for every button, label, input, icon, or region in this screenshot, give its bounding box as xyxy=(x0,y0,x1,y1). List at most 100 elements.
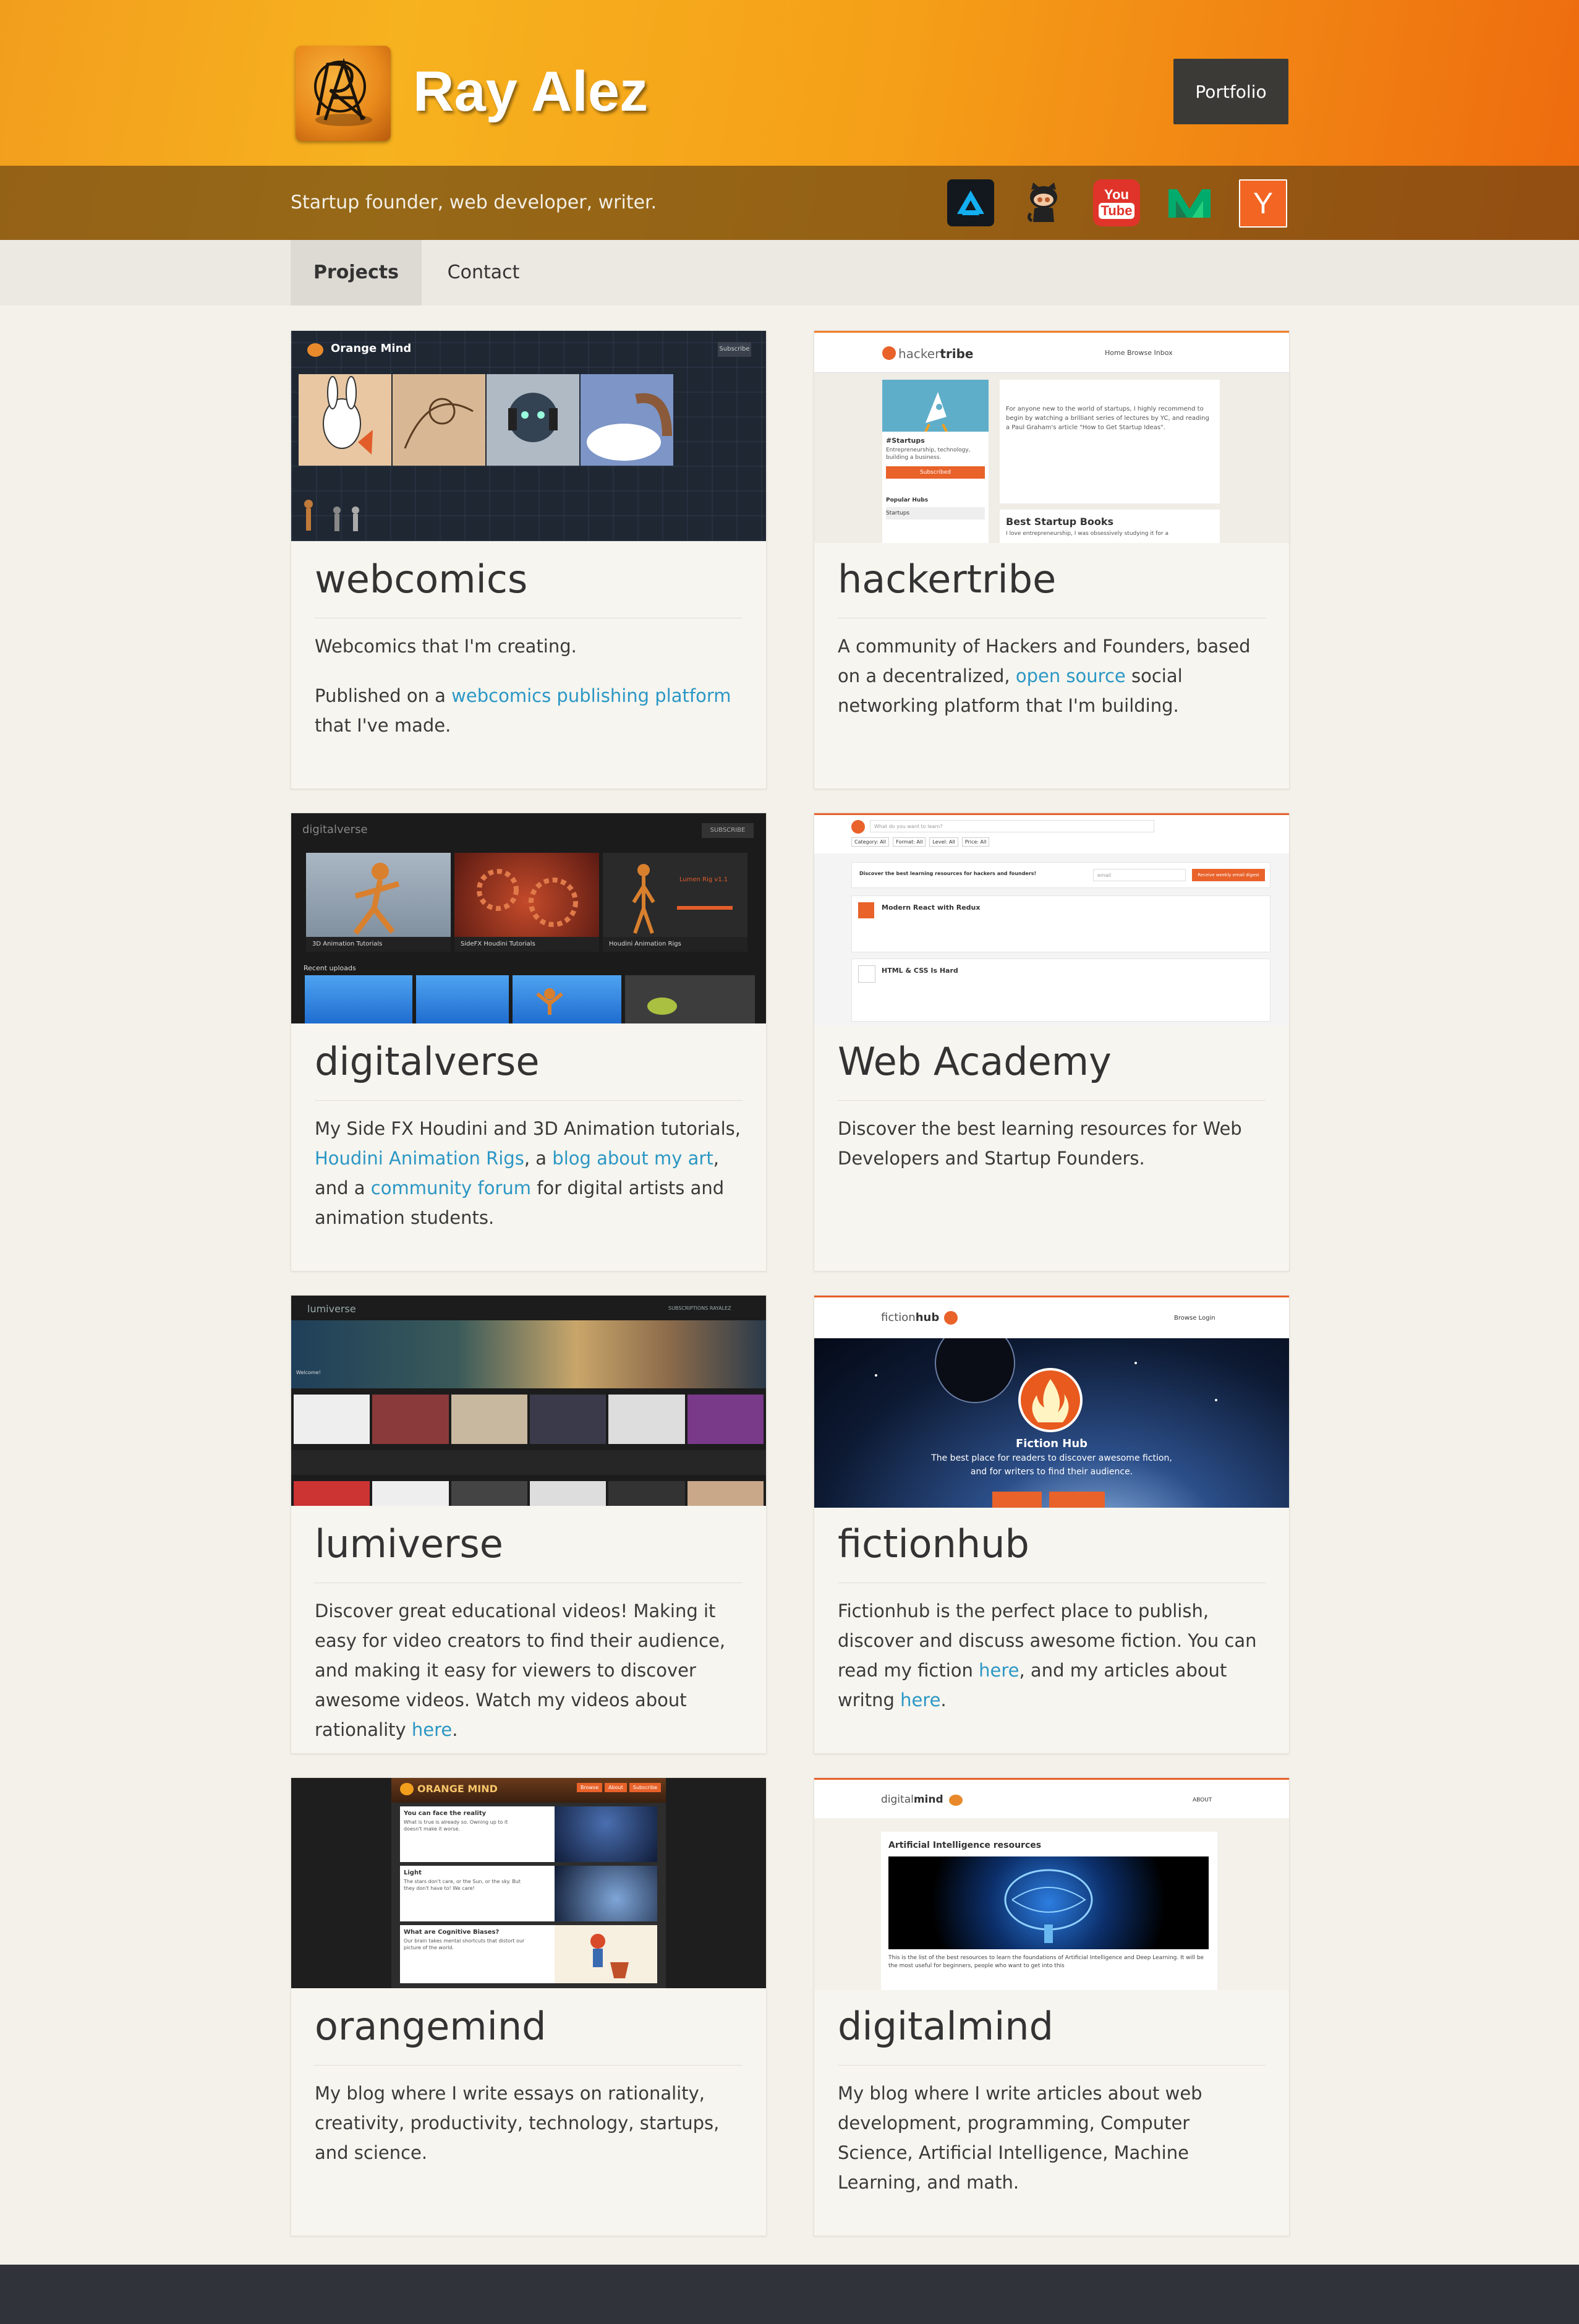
shot-search: What do you want to learn? xyxy=(870,820,1154,832)
webcomics-shot-brand: Orange Mind xyxy=(331,342,412,355)
text-segment: , a xyxy=(524,1148,553,1169)
thumb-houdini: SideFX Houdini Tutorials xyxy=(454,853,599,952)
card-description: A community of Hackers and Founders, bas… xyxy=(838,631,1268,740)
fictionhub-screenshot[interactable]: fictionhub Browse Login Fiction Hub The … xyxy=(814,1296,1289,1508)
header-subbar: Startup founder, web developer, writer. … xyxy=(0,166,1579,240)
project-card-web-academy[interactable]: What do you want to learn? Category: All… xyxy=(814,813,1290,1271)
thumb-label: Houdini Animation Rigs xyxy=(603,937,747,952)
card-title[interactable]: digitalmind xyxy=(838,2002,1266,2066)
digitalverse-screenshot[interactable]: digitalverse SUBSCRIBE 3D Animation Tuto… xyxy=(291,813,766,1023)
fictionhub-shot-brand: fictionhub xyxy=(881,1311,940,1324)
comic-figures xyxy=(300,498,423,535)
writing-articles-link[interactable]: here xyxy=(900,1690,940,1711)
card-text: Discover great educational videos! Makin… xyxy=(315,1596,745,1745)
digitalmind-shot-nav: ABOUT xyxy=(1193,1797,1212,1803)
card-title[interactable]: Web Academy xyxy=(838,1037,1266,1101)
project-card-orangemind[interactable]: ORANGE MIND Browse About Subscribe You c… xyxy=(291,1777,767,2236)
post-card: For anyone new to the world of startups,… xyxy=(1000,380,1220,503)
post-title: You can face the reality xyxy=(404,1810,487,1817)
card-title[interactable]: fictionhub xyxy=(838,1519,1266,1583)
site-brand[interactable]: Ray Alez xyxy=(413,54,648,129)
thumb-animation: 3D Animation Tutorials xyxy=(306,853,451,952)
brain-icon xyxy=(949,1795,963,1806)
rationality-videos-link[interactable]: here xyxy=(412,1719,452,1740)
artstation-icon[interactable] xyxy=(947,179,994,226)
project-card-fictionhub[interactable]: fictionhub Browse Login Fiction Hub The … xyxy=(814,1295,1290,1754)
post-text: I love entrepreneurship, I was obsessive… xyxy=(1006,531,1168,537)
shot-filters: Category: All Format: All Level: All Pri… xyxy=(851,837,990,847)
my-fiction-link[interactable]: here xyxy=(979,1660,1019,1681)
lumiverse-screenshot[interactable]: lumiverse SUBSCRIPTIONS RAYALEZ Welcome! xyxy=(291,1296,766,1506)
resource-item: Modern React with Redux xyxy=(851,895,1270,952)
digitalverse-shot-brand: digitalverse xyxy=(302,823,368,836)
project-card-lumiverse[interactable]: lumiverse SUBSCRIPTIONS RAYALEZ Welcome!… xyxy=(291,1295,767,1754)
open-source-link[interactable]: open source xyxy=(1016,665,1126,686)
text-segment: My Side FX Houdini and 3D Animation tuto… xyxy=(315,1118,741,1139)
video-thumb xyxy=(687,1481,764,1506)
card-title[interactable]: orangemind xyxy=(315,2002,743,2066)
card-title[interactable]: hackertribe xyxy=(838,555,1266,618)
post-title: What are Cognitive Biases? xyxy=(404,1929,500,1936)
brain-icon xyxy=(307,343,323,357)
art-blog-link[interactable]: blog about my art xyxy=(552,1148,713,1169)
community-forum-link[interactable]: community forum xyxy=(371,1177,531,1198)
youtube-icon[interactable]: You Tube xyxy=(1093,179,1140,226)
tab-contact[interactable]: Contact xyxy=(434,240,533,305)
project-card-webcomics[interactable]: Orange Mind Subscribe webcomics Webcomic… xyxy=(291,330,767,789)
project-card-digitalmind[interactable]: digitalmind ABOUT Artificial Intelligenc… xyxy=(814,1777,1290,2236)
card-text: A community of Hackers and Founders, bas… xyxy=(838,631,1268,720)
video-thumb xyxy=(294,1481,370,1506)
comic-thumb xyxy=(393,374,485,466)
text-segment: that I've made. xyxy=(315,715,451,736)
upload-thumb xyxy=(416,975,509,1023)
resource-title: HTML & CSS Is Hard xyxy=(882,967,958,975)
houdini-rigs-link[interactable]: Houdini Animation Rigs xyxy=(315,1148,524,1169)
digitalmind-screenshot[interactable]: digitalmind ABOUT Artificial Intelligenc… xyxy=(814,1778,1289,1990)
youtube-tube-text: Tube xyxy=(1098,203,1135,219)
hub-name: #Startups xyxy=(886,437,925,445)
video-thumb xyxy=(608,1481,685,1506)
thumb-label: 3D Animation Tutorials xyxy=(306,937,451,952)
portfolio-button[interactable]: Portfolio xyxy=(1173,59,1288,124)
filter-chip: Category: All xyxy=(851,837,890,847)
card-text: Discover the best learning resources for… xyxy=(838,1118,1242,1169)
brain-icon xyxy=(400,1783,414,1795)
upload-thumb xyxy=(625,975,755,1023)
hackertribe-shot-nav: Home Browse Inbox xyxy=(1105,349,1173,357)
card-title[interactable]: lumiverse xyxy=(315,1519,743,1583)
hn-letter: Y xyxy=(1253,187,1273,220)
post-title: Light xyxy=(404,1869,422,1876)
comic-thumb xyxy=(581,374,673,466)
card-description: My Side FX Houdini and 3D Animation tuto… xyxy=(315,1114,745,1252)
hacker-news-icon[interactable]: Y xyxy=(1239,179,1287,228)
tab-projects[interactable]: Projects xyxy=(291,240,422,305)
shot-banner: Discover the best learning resources for… xyxy=(851,862,1270,888)
orangemind-shot-brand: ORANGE MIND xyxy=(417,1783,498,1795)
card-title[interactable]: digitalverse xyxy=(315,1037,743,1101)
logo-icon[interactable] xyxy=(296,46,391,141)
video-thumb xyxy=(294,1395,370,1444)
webcomics-screenshot[interactable]: Orange Mind Subscribe xyxy=(291,331,766,541)
banner-cta: Receive weekly email digest xyxy=(1192,869,1265,881)
hackertribe-screenshot[interactable]: hackertribe Home Browse Inbox #Startups … xyxy=(814,331,1289,543)
tagline: Startup founder, web developer, writer. xyxy=(291,192,657,213)
project-card-hackertribe[interactable]: hackertribe Home Browse Inbox #Startups … xyxy=(814,330,1290,789)
webcomics-platform-link[interactable]: webcomics publishing platform xyxy=(451,685,731,706)
hub-sidebar: #Startups Entrepreneurship, technology, … xyxy=(882,380,989,543)
post-title: Artificial Intelligence resources xyxy=(888,1840,1042,1850)
webacademy-screenshot[interactable]: What do you want to learn? Category: All… xyxy=(814,813,1289,1025)
post-text: This is the list of the best resources t… xyxy=(888,1955,1204,1969)
medium-icon[interactable] xyxy=(1166,179,1213,226)
webcomics-shot-subscribe: Subscribe xyxy=(718,342,751,357)
blog-buttons: Browse About Subscribe xyxy=(577,1783,662,1792)
orangemind-screenshot[interactable]: ORANGE MIND Browse About Subscribe You c… xyxy=(291,1778,766,1988)
github-icon[interactable] xyxy=(1020,179,1067,226)
video-thumb xyxy=(529,1481,606,1506)
card-description: Discover the best learning resources for… xyxy=(838,1114,1268,1193)
video-thumb xyxy=(372,1395,449,1444)
video-thumb xyxy=(687,1395,764,1444)
project-card-digitalverse[interactable]: digitalverse SUBSCRIBE 3D Animation Tuto… xyxy=(291,813,767,1271)
blog-button: About xyxy=(605,1783,627,1792)
site-footer xyxy=(0,2265,1579,2324)
card-title[interactable]: webcomics xyxy=(315,555,743,618)
